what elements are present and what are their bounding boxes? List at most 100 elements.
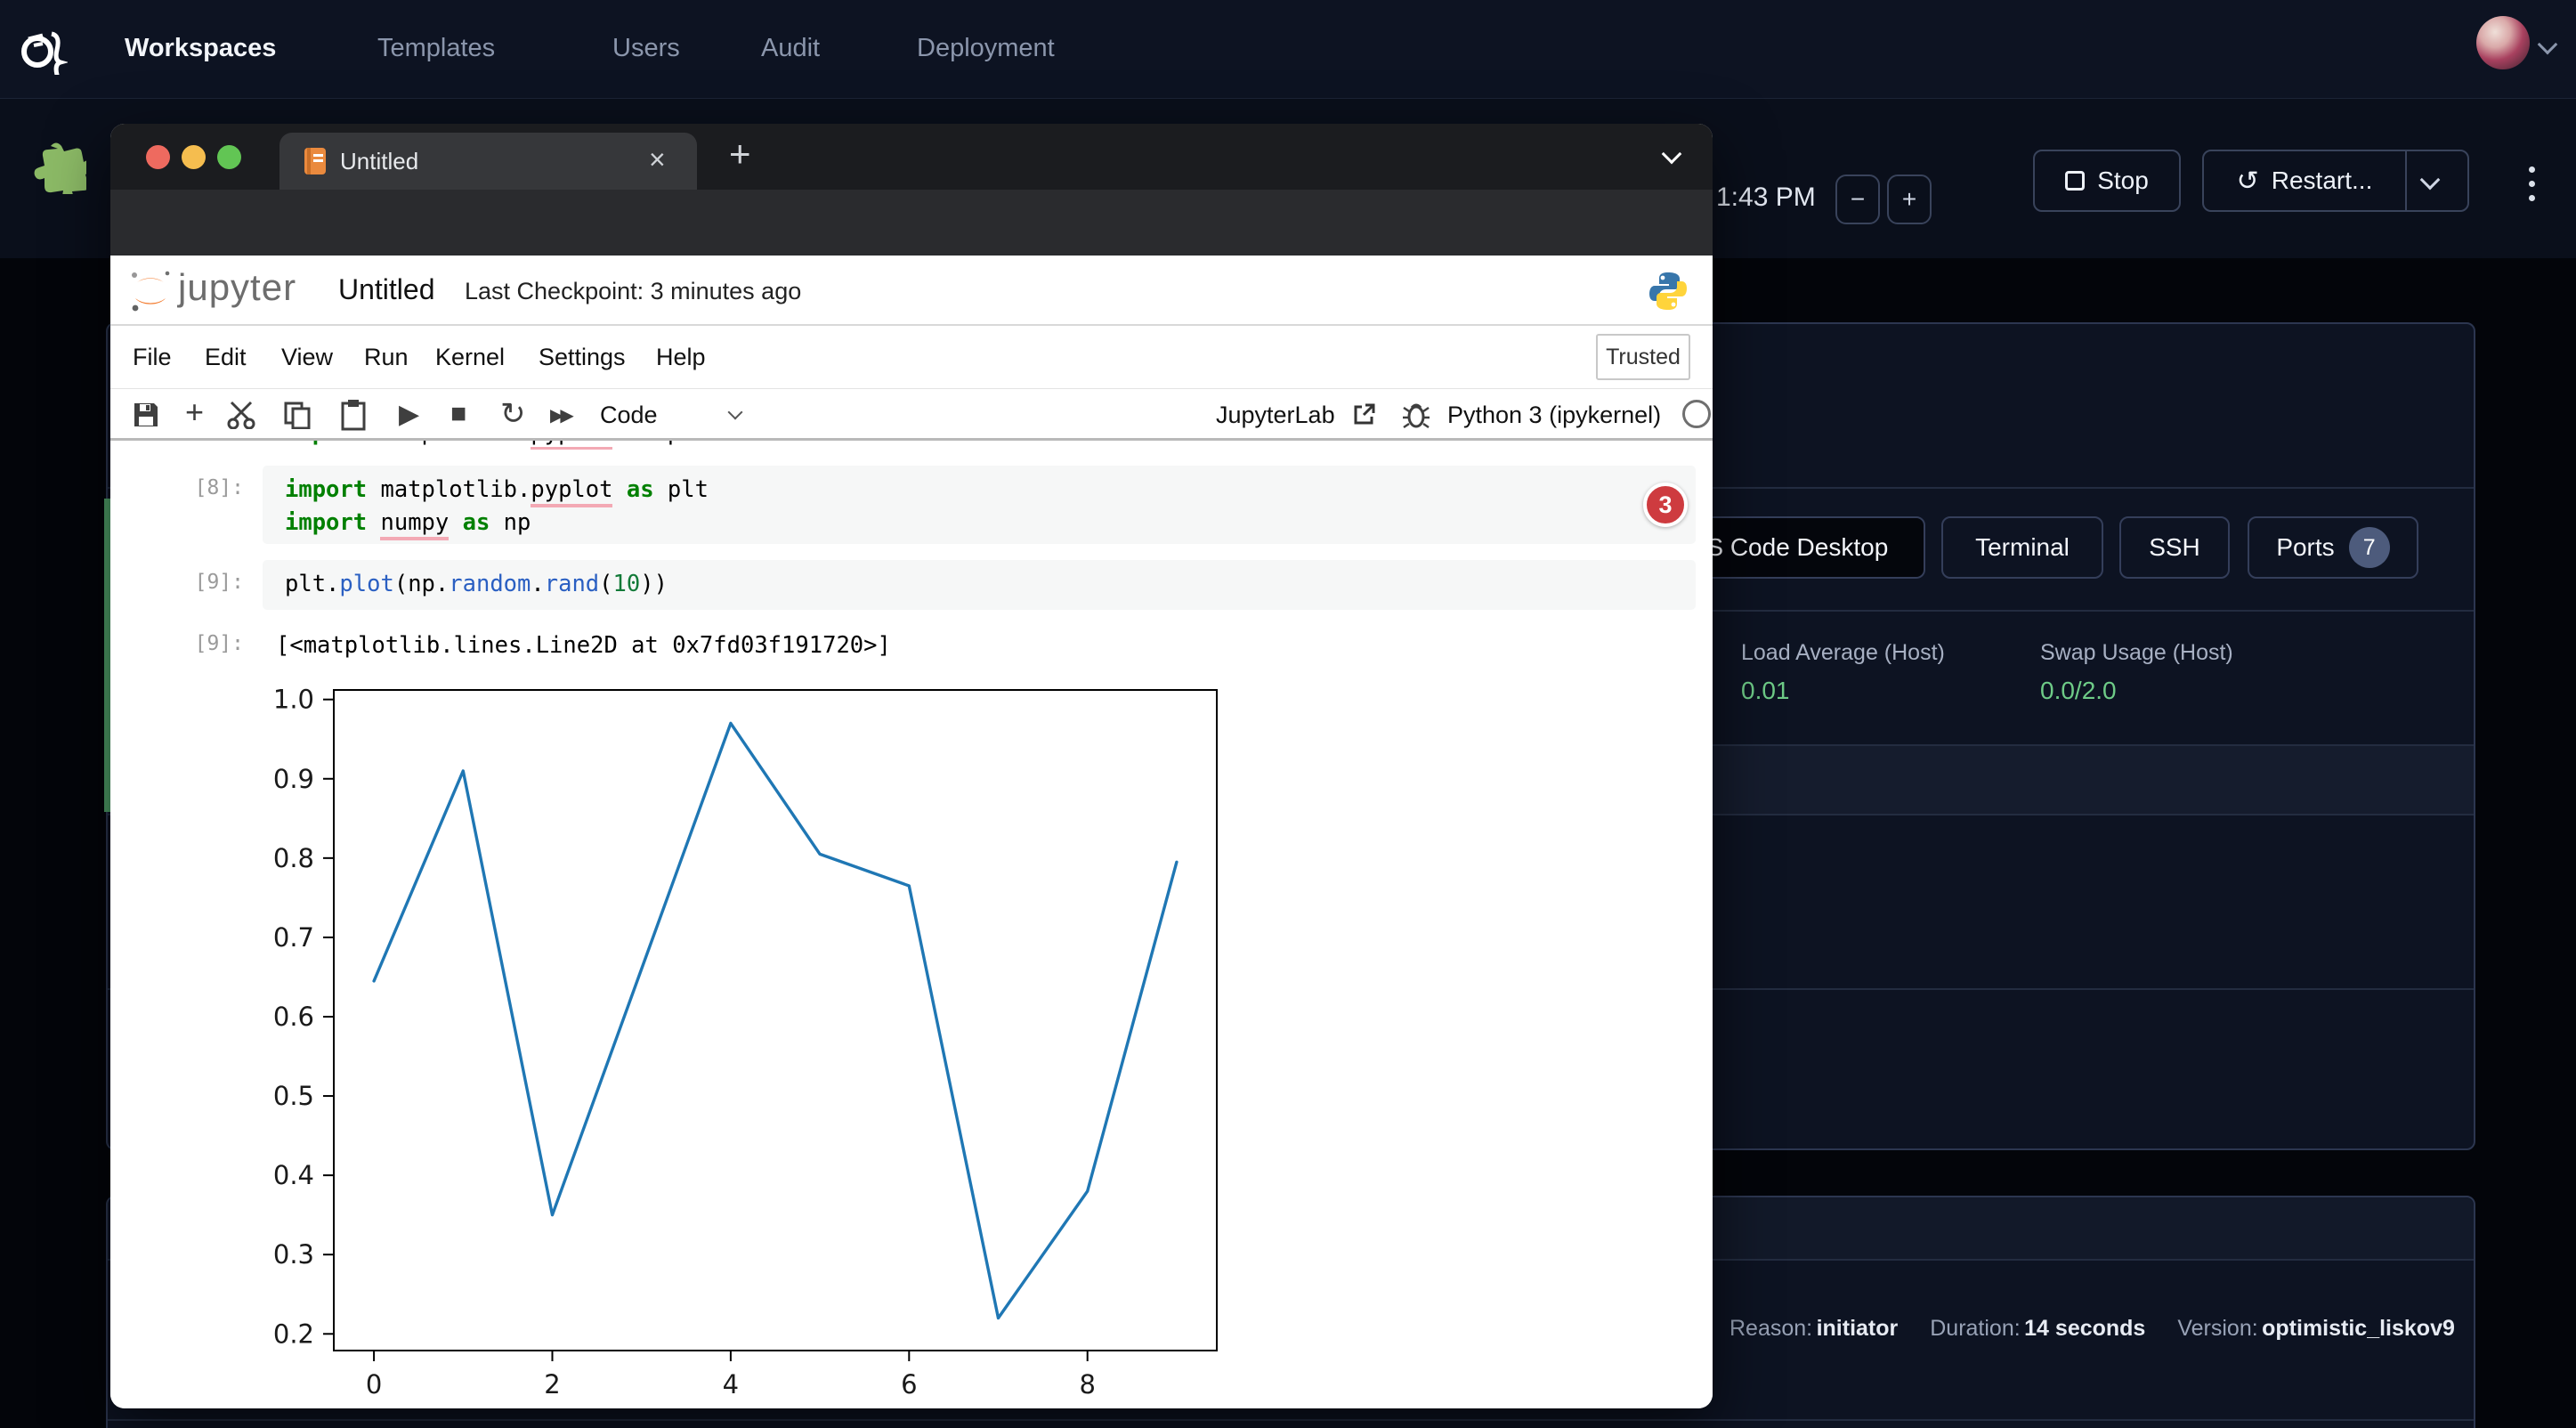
menu-run[interactable]: Run — [364, 344, 409, 371]
top-nav-bar: Workspaces Templates Users Audit Deploym… — [0, 0, 2576, 99]
run-all-icon[interactable]: ▶▶ — [550, 404, 571, 426]
debugger-bug-icon[interactable] — [1403, 401, 1430, 429]
swap-usage-label: Swap Usage (Host) — [2040, 640, 2233, 666]
nav-templates[interactable]: Templates — [377, 34, 495, 63]
swap-usage-value: 0.0/2.0 — [2040, 677, 2233, 705]
svg-text:0.6: 0.6 — [273, 1002, 314, 1032]
save-icon[interactable] — [132, 401, 160, 429]
browser-tab-strip: Untitled × + — [110, 124, 1713, 190]
traffic-minimize-button[interactable] — [182, 145, 206, 169]
ssh-button[interactable]: SSH — [2119, 516, 2230, 579]
cell8-prompt: [8]: — [155, 476, 244, 499]
ports-label: Ports — [2276, 533, 2334, 562]
cell8-input[interactable]: import matplotlib.pyplot as plt import n… — [263, 466, 1696, 544]
kernel-status-indicator — [1682, 400, 1711, 428]
terminal-label: Terminal — [1975, 533, 2070, 562]
notebook-content: import matplotlib.pyplot as plt [8]: imp… — [110, 441, 1713, 1408]
workspace-menu-kebab[interactable] — [2529, 158, 2535, 209]
nav-audit[interactable]: Audit — [761, 34, 820, 63]
load-average-stat: Load Average (Host) 0.01 — [1741, 640, 1945, 705]
svg-text:4: 4 — [723, 1369, 739, 1400]
trusted-button[interactable]: Trusted — [1596, 334, 1690, 380]
jupyter-logo-icon — [128, 268, 173, 314]
agent-status-accent-bar — [104, 499, 110, 812]
stop-label: Stop — [2097, 166, 2149, 195]
kernel-name[interactable]: Python 3 (ipykernel) — [1447, 402, 1661, 429]
menu-settings[interactable]: Settings — [539, 344, 626, 371]
interrupt-kernel-icon[interactable]: ■ — [450, 399, 466, 429]
menu-view[interactable]: View — [281, 344, 333, 371]
chevron-down-icon[interactable] — [2538, 35, 2558, 55]
svg-text:0.3: 0.3 — [273, 1239, 314, 1270]
copy-icon[interactable] — [283, 401, 312, 429]
cut-icon[interactable] — [226, 401, 256, 429]
load-average-value: 0.01 — [1741, 677, 1945, 705]
svg-text:6: 6 — [901, 1369, 917, 1400]
cell-type-dropdown[interactable]: Code — [600, 402, 658, 429]
traffic-close-button[interactable] — [146, 145, 170, 169]
traffic-zoom-button[interactable] — [217, 145, 241, 169]
user-avatar[interactable] — [2476, 16, 2530, 69]
external-link-icon[interactable] — [1353, 402, 1376, 426]
menu-file[interactable]: File — [133, 344, 172, 371]
cell9-prompt: [9]: — [155, 571, 244, 594]
restart-kernel-icon[interactable]: ↻ — [500, 396, 526, 432]
paste-icon[interactable] — [340, 399, 367, 431]
svg-text:0.4: 0.4 — [273, 1160, 314, 1190]
cell-type-chevron[interactable] — [728, 405, 743, 420]
stop-square-icon — [2065, 171, 2085, 191]
coder-logo-icon[interactable] — [16, 23, 68, 75]
cell9-line1: plt.plot(np.random.rand(10)) — [285, 571, 668, 597]
stop-workspace-button[interactable]: Stop — [2033, 150, 2181, 212]
svg-text:2: 2 — [544, 1369, 560, 1400]
svg-text:0.5: 0.5 — [273, 1081, 314, 1111]
nav-users[interactable]: Users — [612, 34, 680, 63]
notebook-favicon — [304, 147, 327, 175]
tab-search-chevron[interactable] — [1662, 144, 1682, 165]
new-tab-button[interactable]: + — [729, 133, 751, 175]
terminal-button[interactable]: Terminal — [1941, 516, 2103, 579]
insert-cell-icon[interactable]: + — [185, 394, 204, 431]
clipped-cell-sliver: import matplotlib.pyplot as plt — [285, 441, 1086, 450]
tab-title: Untitled — [340, 148, 418, 175]
notebook-title[interactable]: Untitled — [338, 273, 435, 306]
vscode-desktop-label: VS Code Desktop — [1690, 533, 1889, 562]
ports-button[interactable]: Ports 7 — [2248, 516, 2418, 579]
python-logo-icon — [1647, 270, 1689, 312]
restart-label: Restart... — [2272, 166, 2373, 195]
screen: Workspaces Templates Users Audit Deploym… — [0, 0, 2576, 1428]
jupyter-menubar: File Edit View Run Kernel Settings Help … — [110, 326, 1713, 389]
matplotlib-line-chart: 0.20.30.40.50.60.70.80.91.002468 — [267, 675, 1264, 1405]
checkpoint-status: Last Checkpoint: 3 minutes ago — [465, 278, 801, 305]
run-cell-icon[interactable]: ▶ — [399, 399, 419, 430]
browser-window: Untitled × + ← → ↻ 5555--main--test--mat… — [110, 124, 1713, 1408]
jupyter-toolbar: + ▶ ■ ↻ ▶▶ Code JupyterLab — [110, 389, 1713, 441]
workspace-stop-time: 1:43 PM — [1716, 183, 1816, 213]
cell9-input[interactable]: plt.plot(np.random.rand(10)) — [263, 560, 1696, 610]
svg-text:0.2: 0.2 — [273, 1318, 314, 1349]
menu-help[interactable]: Help — [656, 344, 706, 371]
ttl-decrease-button[interactable]: − — [1835, 174, 1880, 224]
build-reason: Reason: initiator — [1729, 1316, 1898, 1342]
nav-workspaces[interactable]: Workspaces — [125, 34, 276, 63]
ttl-increase-button[interactable]: + — [1887, 174, 1932, 224]
browser-toolbar: ← → ↻ 5555--main--test--matifali.atif.cd… — [110, 190, 1713, 256]
browser-tab[interactable]: Untitled × — [279, 133, 697, 190]
load-average-label: Load Average (Host) — [1741, 640, 1945, 666]
workspace-puzzle-icon — [29, 141, 86, 194]
restart-split-divider — [2405, 151, 2407, 210]
restart-icon: ↺ — [2237, 166, 2259, 197]
build-meta-row: Reason: initiator Duration: 14 seconds V… — [1729, 1316, 2455, 1342]
svg-text:0: 0 — [366, 1369, 382, 1400]
open-jupyterlab-link[interactable]: JupyterLab — [1216, 402, 1335, 429]
menu-kernel[interactable]: Kernel — [435, 344, 505, 371]
jupyter-brand: jupyter — [178, 266, 296, 309]
build-version: Version: optimistic_liskov9 — [2177, 1316, 2455, 1342]
tab-close-icon[interactable]: × — [649, 143, 666, 176]
jupyter-header: jupyter Untitled Last Checkpoint: 3 minu… — [110, 256, 1713, 326]
cell8-line1: import matplotlib.pyplot as plt — [285, 476, 709, 503]
svg-text:0.7: 0.7 — [273, 922, 314, 953]
svg-text:1.0: 1.0 — [273, 685, 314, 715]
nav-deployment[interactable]: Deployment — [917, 34, 1055, 63]
menu-edit[interactable]: Edit — [205, 344, 247, 371]
